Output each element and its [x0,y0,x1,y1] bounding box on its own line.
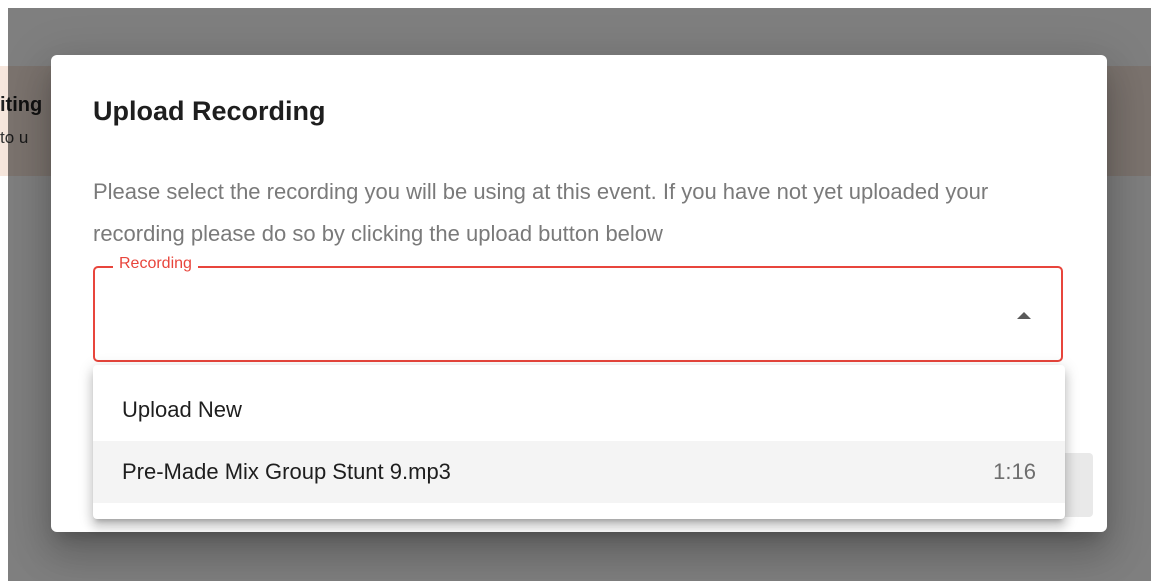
menu-item-recording[interactable]: Pre-Made Mix Group Stunt 9.mp3 1:16 [93,441,1065,503]
dialog-description: Please select the recording you will be … [93,179,989,246]
recording-select-label: Recording [113,255,198,273]
page: iting to u Upload Recording Please selec… [0,0,1151,581]
menu-item-label: Upload New [122,397,242,422]
recording-select[interactable]: Recording [93,255,1063,362]
menu-item-upload-new[interactable]: Upload New [93,379,1065,441]
menu-item-label: Pre-Made Mix Group Stunt 9.mp3 [122,459,451,484]
dialog-title: Upload Recording [93,96,326,126]
menu-item-duration: 1:16 [993,459,1036,484]
recording-dropdown-menu: Upload New Pre-Made Mix Group Stunt 9.mp… [93,365,1065,519]
caret-up-icon[interactable] [1017,312,1031,319]
